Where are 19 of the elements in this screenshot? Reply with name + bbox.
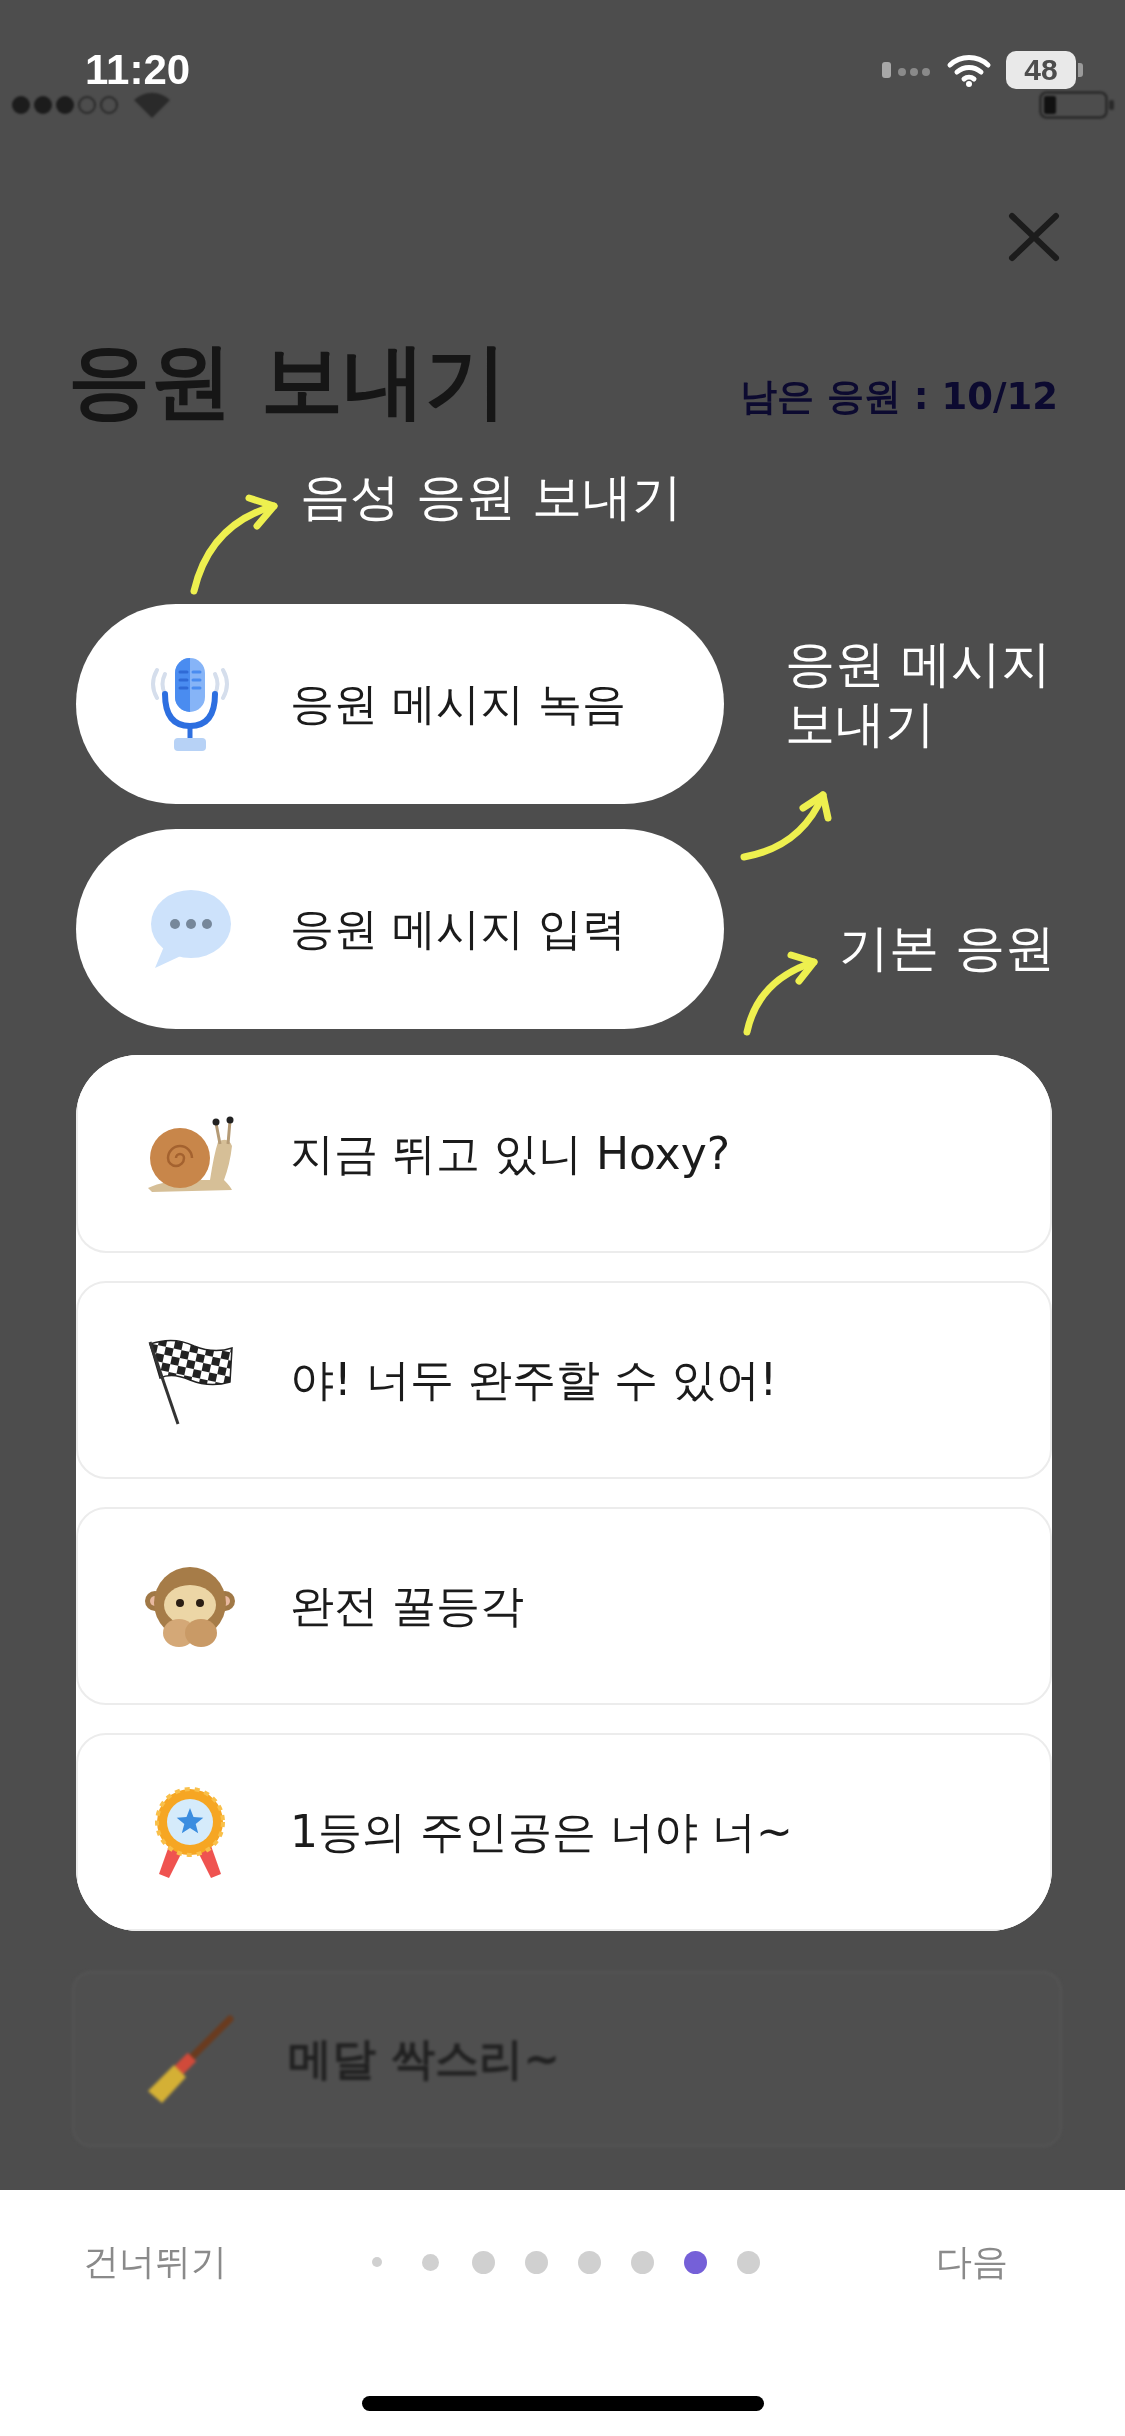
signal-icon	[882, 60, 932, 80]
battery-icon	[1039, 91, 1115, 119]
wifi-icon	[132, 92, 172, 118]
signal-icon	[10, 94, 120, 116]
message-option-button[interactable]: 응원 메시지 입력	[76, 829, 724, 1030]
status-time: 11:20	[85, 46, 191, 94]
coach-mark-label: 음성 응원 보내기	[300, 467, 682, 528]
battery-indicator: 48	[1006, 51, 1083, 89]
cheer-item[interactable]: 야! 너두 완주할 수 있어!	[76, 1281, 1052, 1480]
cheer-item[interactable]: 지금 뛰고 있니 Hoxy?	[76, 1055, 1052, 1254]
message-option-button[interactable]: 응원 메시지 녹음	[76, 604, 724, 805]
cheer-item[interactable]: 완전 꿀등각	[76, 1507, 1052, 1706]
coach-mark-label: 기본 응원	[839, 918, 1055, 979]
wifi-icon	[946, 53, 992, 87]
close-icon[interactable]	[1008, 212, 1060, 262]
curved-arrow-icon	[742, 950, 821, 1037]
cheer-item[interactable]: 1등의 주인공은 너야 너~	[76, 1733, 1052, 1932]
remaining-count: 남은 응원 : 10/12	[740, 374, 1058, 420]
coach-mark-label: 응원 메시지 보내기	[785, 634, 1052, 755]
